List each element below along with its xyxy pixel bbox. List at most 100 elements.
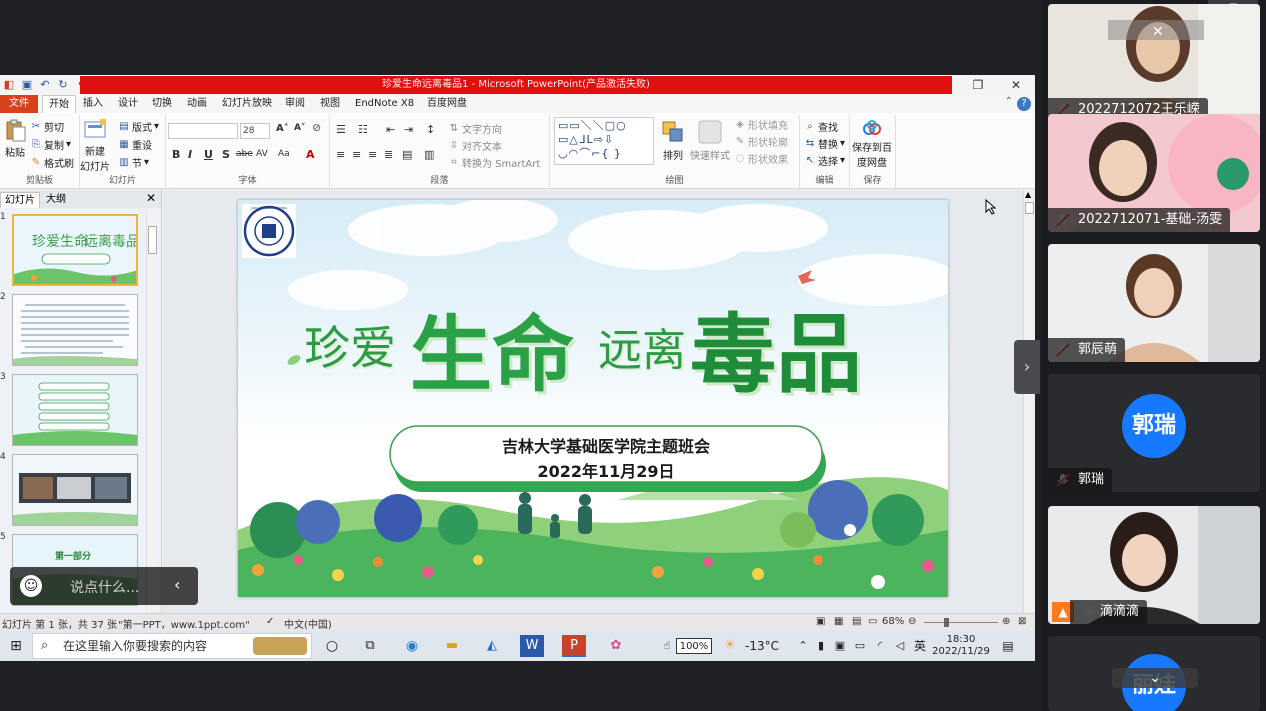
shapes-gallery[interactable]: ▭▭＼＼▢○ ▭△ᒧᒪ⇨⇩ ◡◠⌒⌐{ } — [554, 117, 654, 165]
wifi-icon[interactable]: ◜ — [872, 635, 888, 657]
format-painter-button[interactable]: ✎ 格式刷 — [30, 155, 74, 171]
editor-scrollbar[interactable]: ▲ ▼ — [1023, 190, 1035, 613]
tab-endnote[interactable]: EndNote X8 — [355, 95, 414, 113]
battery-indicator[interactable]: 100% — [676, 638, 712, 654]
increase-indent-icon[interactable]: ⇥ — [404, 123, 413, 136]
tab-outline-pane[interactable]: 大纲 — [42, 192, 70, 208]
copy-button[interactable]: ⎘ 复制 ▾ — [30, 137, 71, 153]
justify-icon[interactable]: ≣ — [384, 148, 393, 161]
file-explorer-icon[interactable]: ▬ — [440, 635, 464, 657]
slide-thumbnail-3[interactable] — [12, 374, 138, 446]
help-icon[interactable]: ? — [1017, 97, 1031, 111]
participant-panel-toggle[interactable]: › — [1014, 340, 1040, 394]
align-center-icon[interactable]: ≡ — [352, 148, 361, 161]
underline-button[interactable]: U — [204, 148, 213, 161]
tab-baidu-netdisk[interactable]: 百度网盘 — [427, 95, 467, 113]
line-spacing-icon[interactable]: ↕ — [426, 123, 435, 136]
decrease-indent-icon[interactable]: ⇤ — [386, 123, 395, 136]
text-direction-button[interactable]: ⇅ 文字方向 — [448, 121, 502, 137]
save-icon[interactable]: ▣ — [20, 78, 34, 92]
tab-animations[interactable]: 动画 — [187, 95, 207, 113]
slide-thumbnail-1[interactable]: 珍爱生命 远离毒品 — [12, 214, 138, 286]
italic-button[interactable]: I — [188, 148, 192, 161]
participant-tile[interactable]: 丽娃 ⌄ — [1048, 636, 1260, 711]
edge-icon[interactable]: ◉ — [400, 635, 424, 657]
layout-button[interactable]: ▤ 版式 ▾ — [118, 119, 159, 135]
normal-view-icon[interactable]: ▣ — [816, 616, 825, 627]
shape-fill-button[interactable]: ◈ 形状填充 — [734, 117, 788, 133]
word-icon[interactable]: W — [520, 635, 544, 657]
zoom-in-icon[interactable]: ⊕ — [1002, 616, 1010, 627]
align-right-icon[interactable]: ≡ — [368, 148, 377, 161]
slide-subtitle[interactable]: 吉林大学基础医学院主题班会 — [390, 433, 822, 457]
tab-slides-pane[interactable]: 幻灯片 — [0, 192, 40, 208]
tray-screen-icon[interactable]: ▣ — [832, 635, 848, 657]
close-pane-icon[interactable]: ✕ — [146, 191, 156, 205]
notification-icon[interactable]: ▤ — [998, 635, 1018, 657]
smartart-button[interactable]: ⌗ 转换为 SmartArt — [448, 155, 540, 171]
touch-icon[interactable]: ☝ — [660, 635, 674, 657]
meeting-app-icon[interactable]: ◭ — [480, 635, 504, 657]
columns-icon[interactable]: ▥ — [424, 148, 434, 161]
task-view-icon[interactable]: ⧉ — [360, 635, 380, 657]
new-slide-button[interactable]: 新建 幻灯片 — [80, 117, 110, 173]
undo-icon[interactable]: ↶ — [38, 78, 52, 92]
tray-mic-icon[interactable]: ▮ — [814, 635, 828, 657]
distributed-icon[interactable]: ▤ — [402, 148, 412, 161]
collapse-ribbon-icon[interactable]: ⌃ — [1005, 96, 1013, 107]
spellcheck-icon[interactable]: ✓ — [266, 616, 274, 627]
thumbnail-scroll-thumb[interactable] — [148, 226, 157, 254]
thumbnail-scrollbar[interactable] — [146, 214, 158, 610]
video-close-icon[interactable]: ✕ — [1152, 24, 1164, 40]
close-button[interactable]: ✕ — [997, 75, 1035, 95]
zoom-slider[interactable] — [924, 622, 998, 623]
participant-tile[interactable]: 郭瑞 郭瑞 — [1048, 374, 1260, 492]
clear-format-icon[interactable]: ⊘ — [312, 121, 321, 134]
slide-date[interactable]: 2022年11月29日 — [390, 458, 822, 482]
redo-icon[interactable]: ↻ — [56, 78, 70, 92]
zoom-slider-thumb[interactable] — [944, 618, 949, 627]
chat-collapse-icon[interactable]: ‹ — [174, 575, 180, 594]
volume-icon[interactable]: ◁ — [892, 635, 908, 657]
align-text-button[interactable]: ⇳ 对齐文本 — [448, 138, 502, 154]
font-name-select[interactable] — [168, 123, 238, 139]
tab-home[interactable]: 开始 — [42, 95, 76, 113]
zoom-out-icon[interactable]: ⊖ — [908, 616, 916, 627]
font-color-button[interactable]: A — [306, 148, 315, 161]
save-to-baidu-button[interactable]: 保存到百 度网盘 — [852, 119, 892, 169]
shape-outline-button[interactable]: ✎ 形状轮廓 — [734, 134, 788, 150]
select-button[interactable]: ↖ 选择 ▾ — [804, 153, 845, 169]
shadow-button[interactable]: S — [222, 148, 230, 161]
strikethrough-button[interactable]: abe — [236, 149, 253, 159]
zoom-level[interactable]: 68% — [882, 616, 904, 627]
pinned-app-icon[interactable]: ✿ — [604, 635, 628, 657]
participant-tile[interactable]: 郭辰萌 — [1048, 244, 1260, 362]
shape-effects-button[interactable]: ◌ 形状效果 — [734, 151, 788, 167]
tab-slideshow[interactable]: 幻灯片放映 — [222, 95, 272, 113]
slide-canvas[interactable]: 珍爱 生命 远离 毒品 吉林大学基础医学院主题班会 2022年11月29日 JI… — [238, 200, 948, 597]
participant-tile[interactable]: 2022712071-基础-汤雯 — [1048, 114, 1260, 232]
quick-styles-button[interactable]: 快速样式 — [690, 119, 730, 162]
replace-button[interactable]: ⇆ 替换 ▾ — [804, 136, 845, 152]
cut-button[interactable]: ✂ 剪切 — [30, 119, 64, 135]
bullets-icon[interactable]: ☰ — [336, 123, 346, 136]
tab-insert[interactable]: 插入 — [83, 95, 103, 113]
align-left-icon[interactable]: ≡ — [336, 148, 345, 161]
tray-battery-icon[interactable]: ▭ — [852, 635, 868, 657]
numbering-icon[interactable]: ☷ — [358, 123, 368, 136]
taskbar-search-box[interactable]: ⌕ 在这里输入你要搜索的内容 — [32, 633, 312, 659]
participant-tile[interactable]: ✕ 2022712072王乐嵘 — [1048, 4, 1260, 122]
windows-start-icon[interactable]: ⊞ — [6, 635, 26, 657]
cortana-icon[interactable]: ○ — [322, 635, 342, 657]
participant-tile[interactable]: ▲ 滴滴滴 — [1048, 506, 1260, 624]
bold-button[interactable]: B — [172, 148, 180, 161]
arrange-button[interactable]: 排列 — [660, 119, 686, 162]
font-size-select[interactable]: 28 — [240, 123, 270, 139]
slideshow-view-icon[interactable]: ▭ — [868, 616, 877, 627]
shrink-font-icon[interactable]: A˅ — [294, 123, 305, 133]
char-spacing-button[interactable]: AV — [256, 149, 268, 159]
reading-view-icon[interactable]: ▤ — [852, 616, 861, 627]
tray-expand-icon[interactable]: ⌃ — [796, 635, 810, 657]
tab-transitions[interactable]: 切换 — [152, 95, 172, 113]
reset-button[interactable]: ▦ 重设 — [118, 137, 152, 153]
